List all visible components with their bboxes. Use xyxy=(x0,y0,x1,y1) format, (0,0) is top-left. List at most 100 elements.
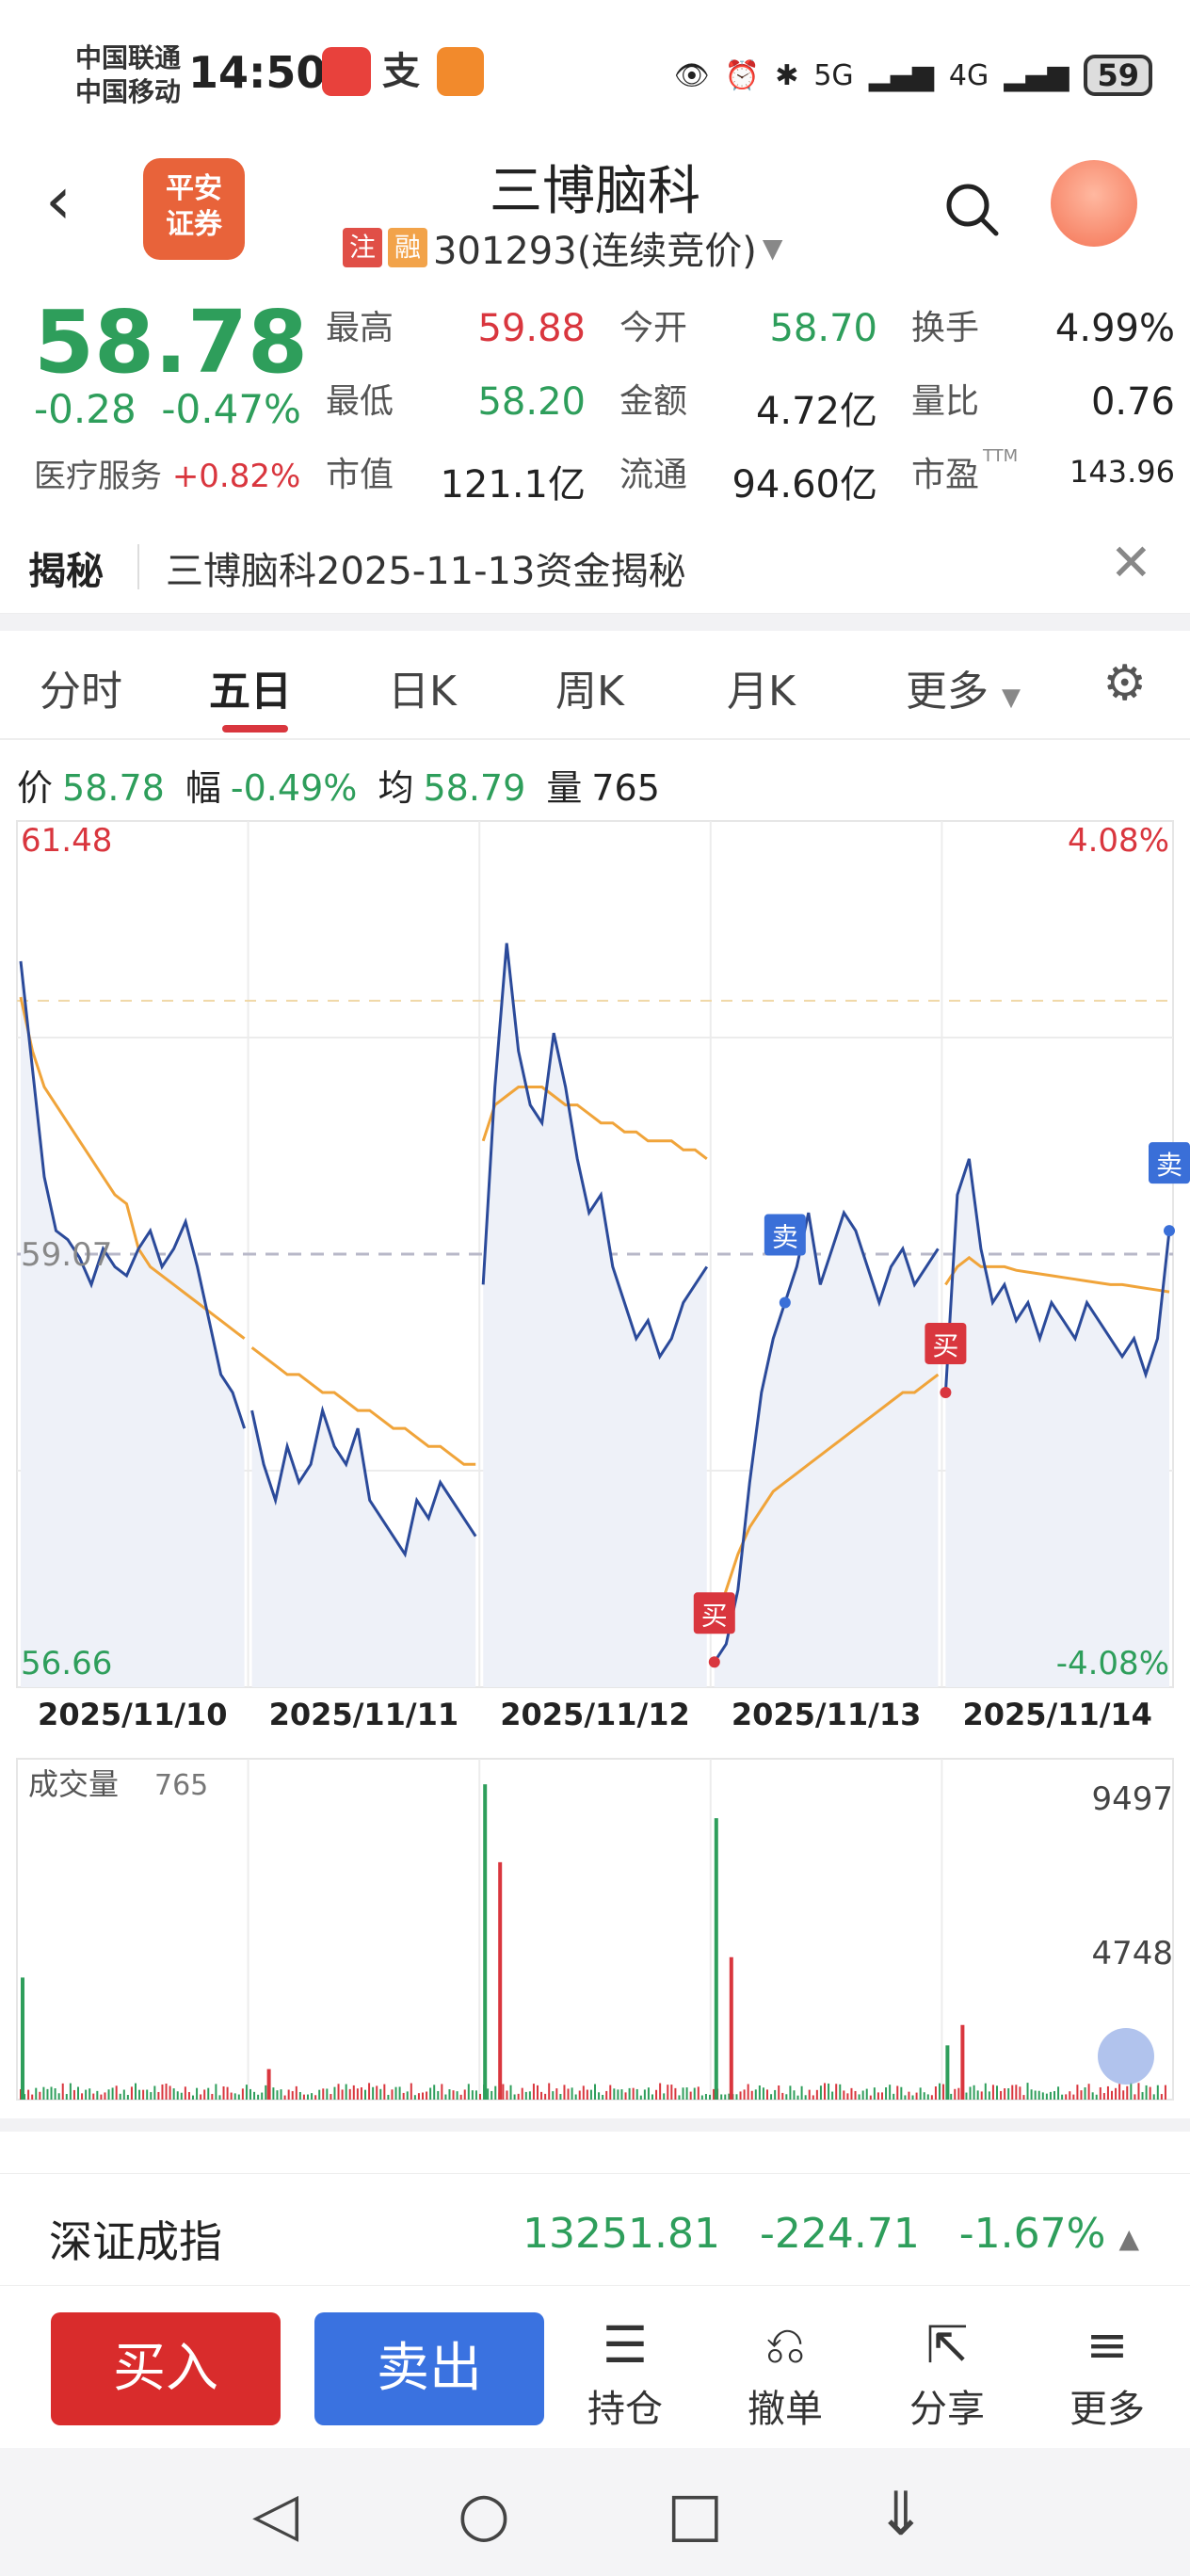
date-tick-label: 2025/11/12 xyxy=(500,1697,690,1732)
taobao-app-icon xyxy=(322,47,371,96)
positions-label: 持仓 xyxy=(587,2388,663,2431)
search-icon[interactable] xyxy=(941,179,1002,239)
tab-monthly-k[interactable]: 月K xyxy=(727,657,796,717)
system-status-icons: 👁 ⏰ ✱ 5G ▂▄▆ 4G ▂▄▆ 59 xyxy=(674,49,1152,102)
divider xyxy=(137,544,139,589)
crosshair-info: 价 58.78 幅 -0.49% 均 58.79 量 765 xyxy=(17,759,669,811)
section-gap xyxy=(0,2118,1190,2132)
date-tick-label: 2025/11/14 xyxy=(962,1697,1152,1732)
sell-button[interactable]: 卖出 xyxy=(314,2312,544,2425)
list-document-icon: ☰ xyxy=(602,2315,649,2375)
volume-current: 765 xyxy=(154,1769,208,1802)
chatbot-avatar-icon[interactable] xyxy=(1051,160,1137,247)
close-icon[interactable]: ✕ xyxy=(1110,533,1152,592)
carrier-1: 中国联通 xyxy=(75,42,182,73)
price-chart-svg[interactable]: 61.48 59.07 56.66 4.08% -4.08% 2025/11/10 2025… xyxy=(0,810,1190,2109)
stock-code-selector[interactable]: 注 融 301293(连续竞价) ▼ xyxy=(343,226,783,273)
price-label: 价 xyxy=(17,767,54,809)
sector-name: 医疗服务 xyxy=(34,458,162,495)
nav-back-icon[interactable]: ◁ xyxy=(252,2480,298,2550)
pct-max-label: 4.08% xyxy=(1068,822,1169,860)
share-icon: ⇱ xyxy=(925,2315,969,2375)
banner-title: 揭秘 xyxy=(28,550,104,593)
tab-more-label: 更多 xyxy=(906,668,989,716)
buy-button[interactable]: 买入 xyxy=(51,2312,281,2425)
stock-name: 三博脑科 xyxy=(490,161,700,222)
quote-panel: 58.78 -0.28 -0.47% 医疗服务 +0.82% 最高 59.88 今开… xyxy=(0,282,1190,507)
nav-home-icon[interactable]: ○ xyxy=(458,2480,510,2550)
avg-label: 均 xyxy=(378,767,414,809)
cancel-order-button[interactable]: ⎌ 撤单 xyxy=(729,2312,842,2433)
index-name: 深证成指 xyxy=(49,2216,222,2267)
stat-value: 143.96 xyxy=(1069,454,1175,490)
ttm-superscript: TTM xyxy=(983,446,1019,466)
nav-recents-icon[interactable]: □ xyxy=(667,2480,723,2550)
y-min-label: 56.66 xyxy=(21,1645,112,1682)
price-change: -0.28 -0.47% xyxy=(34,386,301,432)
stat-value: 0.76 xyxy=(1090,380,1175,424)
section-gap xyxy=(0,614,1190,631)
vol-value: 765 xyxy=(591,767,660,809)
index-change: -224.71 xyxy=(759,2210,920,2258)
stock-header: ‹ 平安 证券 三博脑科 注 融 301293(连续竞价) ▼ xyxy=(0,141,1190,282)
stat-value: 4.72亿 xyxy=(755,390,877,433)
tab-intraday[interactable]: 分时 xyxy=(40,657,122,717)
stat-label: 今开 xyxy=(619,309,688,347)
stat-label: 市盈 xyxy=(911,456,980,494)
system-nav-bar: ◁ ○ □ ⇓ xyxy=(0,2448,1190,2576)
battery-icon: 59 xyxy=(1084,55,1152,96)
tab-daily-k[interactable]: 日K xyxy=(388,657,457,717)
sector-change: +0.82% xyxy=(171,458,301,495)
signal-5g-icon: 5G xyxy=(813,58,854,92)
date-tick-label: 2025/11/11 xyxy=(269,1697,459,1732)
trade-marker-dot xyxy=(779,1296,791,1309)
positions-button[interactable]: ☰ 持仓 xyxy=(569,2312,682,2433)
tab-more[interactable]: 更多 ▼ xyxy=(906,657,1021,717)
index-ticker[interactable]: 深证成指 13251.81 -224.71 -1.67% ▲ xyxy=(0,2173,1190,2286)
gear-icon[interactable]: ⚙ xyxy=(1102,655,1147,712)
trade-marker-dot xyxy=(708,1656,720,1668)
sector-info[interactable]: 医疗服务 +0.82% xyxy=(34,450,300,496)
range-label: 幅 xyxy=(185,767,221,809)
change-percent: -0.47% xyxy=(161,386,301,432)
trade-marker-label: 卖 xyxy=(772,1222,798,1253)
trade-marker-dot xyxy=(940,1386,952,1398)
banner-text: 三博脑科2025-11-13资金揭秘 xyxy=(166,550,686,593)
stat-value: 58.70 xyxy=(769,307,877,350)
y-ref-label: 59.07 xyxy=(21,1236,112,1274)
volume-panel-border xyxy=(16,1758,1174,2101)
date-tick-label: 2025/11/13 xyxy=(732,1697,922,1732)
cancel-order-label: 撤单 xyxy=(748,2388,823,2431)
stock-code-status: 301293(连续竞价) xyxy=(433,230,757,273)
share-button[interactable]: ⇱ 分享 xyxy=(891,2312,1004,2433)
volume-tick-mid: 4748 xyxy=(1091,1935,1173,1972)
carrier-2: 中国移动 xyxy=(75,76,182,107)
triangle-down-icon: ▼ xyxy=(762,232,783,264)
active-tab-indicator xyxy=(222,725,288,733)
price-value: 58.78 xyxy=(62,767,165,809)
signal-bars-icon: ▂▄▆ xyxy=(868,58,934,92)
nav-pulldown-icon[interactable]: ⇓ xyxy=(876,2480,926,2550)
signal-bars-icon: ▂▄▆ xyxy=(1004,58,1069,92)
stat-label: 流通 xyxy=(619,456,688,494)
y-max-label: 61.48 xyxy=(21,822,112,860)
fund-reveal-banner[interactable]: 揭秘 三博脑科2025-11-13资金揭秘 ✕ xyxy=(0,516,1190,614)
bluetooth-icon: ✱ xyxy=(775,58,799,92)
signal-4g-icon: 4G xyxy=(948,58,989,92)
triangle-down-icon: ▼ xyxy=(1002,684,1021,712)
status-bar: 中国联通 中国移动 14:50 支 👁 ⏰ ✱ 5G ▂▄▆ 4G ▂▄▆ 59 xyxy=(0,0,1190,141)
stat-label: 量比 xyxy=(911,382,980,421)
five-day-chart[interactable]: 61.48 59.07 56.66 4.08% -4.08% 2025/11/10 2025… xyxy=(0,810,1190,2109)
change-value: -0.28 xyxy=(34,386,137,432)
index-value: 13251.81 xyxy=(523,2210,721,2258)
alarm-icon: ⏰ xyxy=(724,58,761,92)
tab-five-day[interactable]: 五日 xyxy=(209,657,292,717)
more-button[interactable]: ≡ 更多 xyxy=(1051,2312,1164,2433)
stat-value: 94.60亿 xyxy=(732,463,877,507)
index-change-pct: -1.67% xyxy=(958,2210,1106,2258)
undo-order-icon: ⎌ xyxy=(764,2315,806,2375)
fullscreen-icon xyxy=(1098,2028,1154,2085)
tab-weekly-k[interactable]: 周K xyxy=(555,657,624,717)
last-price: 58.78 xyxy=(34,292,309,393)
triangle-up-icon[interactable]: ▲ xyxy=(1118,2223,1139,2254)
